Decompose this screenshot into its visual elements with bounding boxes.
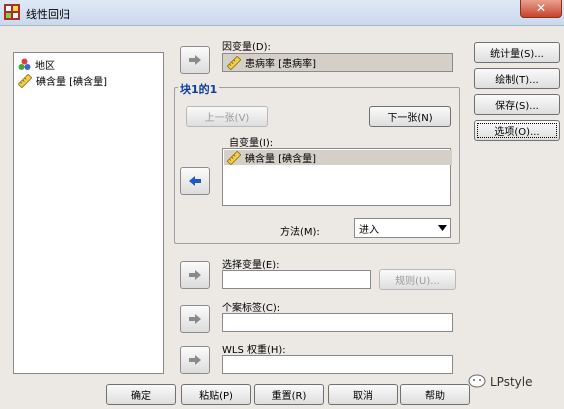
move-to-case-labels-button[interactable] bbox=[180, 305, 210, 333]
list-item-label: 碘含量 [碘含量] bbox=[245, 154, 316, 165]
wls-label: WLS 权重(H): bbox=[222, 345, 286, 356]
plots-button[interactable]: 绘制(T)... bbox=[474, 68, 560, 89]
selection-field[interactable] bbox=[222, 270, 371, 289]
arrow-right-icon bbox=[189, 270, 201, 280]
method-select[interactable]: 进入 bbox=[354, 218, 451, 238]
selection-label: 选择变量(E): bbox=[222, 260, 280, 271]
move-to-dependent-button[interactable] bbox=[180, 46, 210, 74]
title-bar bbox=[0, 0, 564, 26]
dependent-field[interactable]: 患病率 [患病率] bbox=[222, 53, 453, 72]
method-label: 方法(M): bbox=[280, 227, 320, 238]
arrow-left-icon bbox=[189, 176, 201, 186]
independent-label: 自变量(I): bbox=[229, 138, 274, 149]
cancel-button[interactable]: 取消 bbox=[328, 384, 398, 405]
list-item-label: 碘含量 [碘含量] bbox=[36, 77, 107, 88]
chevron-down-icon bbox=[434, 219, 450, 237]
ok-button[interactable]: 确定 bbox=[106, 384, 176, 405]
arrow-right-icon bbox=[189, 355, 201, 365]
independent-list[interactable]: 碘含量 [碘含量] bbox=[222, 148, 452, 206]
block-title: 块1的1 bbox=[178, 81, 220, 97]
move-to-independent-button[interactable] bbox=[180, 167, 210, 195]
list-item-label: 地区 bbox=[35, 61, 55, 72]
move-to-selection-button[interactable] bbox=[180, 261, 210, 289]
statistics-button[interactable]: 统计量(S)... bbox=[474, 42, 560, 63]
list-item[interactable]: 碘含量 [碘含量] bbox=[18, 73, 107, 88]
close-icon: ✕ bbox=[535, 1, 547, 15]
scale-ruler-icon bbox=[18, 73, 32, 88]
save-button[interactable]: 保存(S)... bbox=[474, 94, 560, 115]
list-item[interactable]: 地区 bbox=[18, 57, 55, 72]
dependent-label: 因变量(D): bbox=[222, 42, 271, 53]
watermark: LPstyle bbox=[468, 374, 533, 390]
reset-button[interactable]: 重置(R) bbox=[254, 384, 324, 405]
previous-block-button[interactable]: 上一张(V) bbox=[186, 106, 268, 127]
move-to-wls-button[interactable] bbox=[180, 346, 210, 374]
paste-button[interactable]: 粘贴(P) bbox=[181, 384, 251, 405]
close-button[interactable]: ✕ bbox=[520, 0, 562, 18]
chat-bubble-icon bbox=[468, 374, 486, 388]
dependent-value: 患病率 [患病率] bbox=[245, 59, 316, 70]
window-title: 线性回归 bbox=[26, 8, 70, 21]
variables-list[interactable]: 地区 碘含量 [碘含量] bbox=[13, 52, 164, 374]
options-button[interactable]: 选项(O)... bbox=[474, 120, 560, 141]
scale-ruler-icon bbox=[227, 55, 241, 70]
case-labels-label: 个案标签(C): bbox=[222, 303, 281, 314]
case-labels-field[interactable] bbox=[222, 313, 453, 332]
rule-button[interactable]: 规则(U)... bbox=[379, 269, 456, 290]
next-block-button[interactable]: 下一张(N) bbox=[369, 106, 451, 127]
help-button[interactable]: 帮助 bbox=[400, 384, 470, 405]
scale-ruler-icon bbox=[227, 150, 241, 165]
nominal-balls-icon bbox=[18, 58, 31, 70]
watermark-text: LPstyle bbox=[490, 375, 533, 389]
wls-field[interactable] bbox=[222, 355, 453, 374]
method-value: 进入 bbox=[359, 224, 379, 236]
arrow-right-icon bbox=[189, 314, 201, 324]
arrow-right-icon bbox=[189, 55, 201, 65]
list-item[interactable]: 碘含量 [碘含量] bbox=[224, 150, 452, 165]
app-grid-icon bbox=[4, 4, 20, 20]
